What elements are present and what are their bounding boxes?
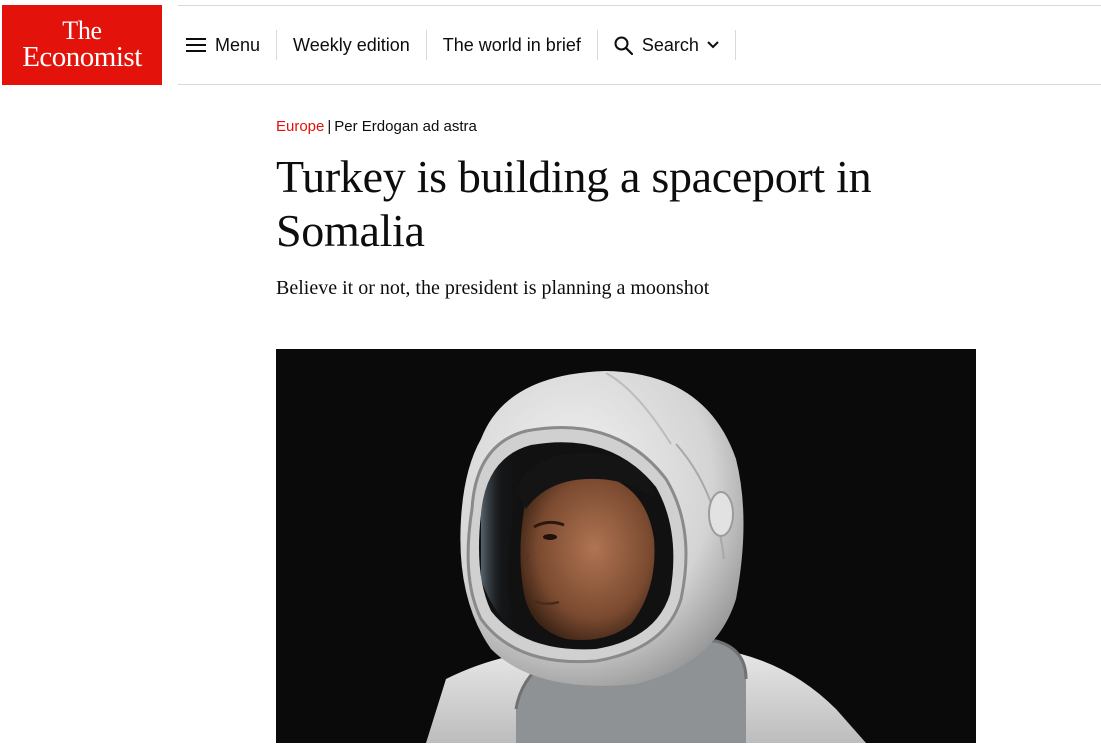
logo-line-economist: Economist bbox=[22, 41, 142, 73]
logo-line-the: The bbox=[62, 16, 102, 45]
breadcrumb-separator: | bbox=[327, 118, 332, 135]
breadcrumb: Europe | Per Erdogan ad astra bbox=[276, 118, 477, 135]
menu-button[interactable]: Menu bbox=[178, 30, 278, 60]
search-icon bbox=[614, 36, 633, 55]
menu-label: Menu bbox=[215, 34, 261, 55]
weekly-edition-label: Weekly edition bbox=[293, 34, 410, 55]
search-label: Search bbox=[641, 34, 699, 55]
world-in-brief-label: The world in brief bbox=[442, 34, 581, 55]
search-button[interactable]: Search bbox=[598, 30, 736, 60]
article-standfirst: Believe it or not, the president is plan… bbox=[276, 277, 710, 299]
chevron-down-icon bbox=[707, 41, 719, 49]
top-navigation: Menu Weekly edition The world in brief S… bbox=[178, 5, 1101, 85]
section-link-europe[interactable]: Europe bbox=[276, 118, 324, 135]
weekly-edition-link[interactable]: Weekly edition bbox=[277, 30, 427, 60]
world-in-brief-link[interactable]: The world in brief bbox=[427, 30, 598, 60]
article-rubric: Per Erdogan ad astra bbox=[334, 118, 477, 135]
economist-logo[interactable]: The Economist bbox=[2, 5, 162, 85]
hamburger-icon bbox=[186, 38, 206, 52]
article-headline: Turkey is building a spaceport in Somali… bbox=[276, 151, 872, 256]
hero-image-astronaut bbox=[276, 349, 976, 743]
